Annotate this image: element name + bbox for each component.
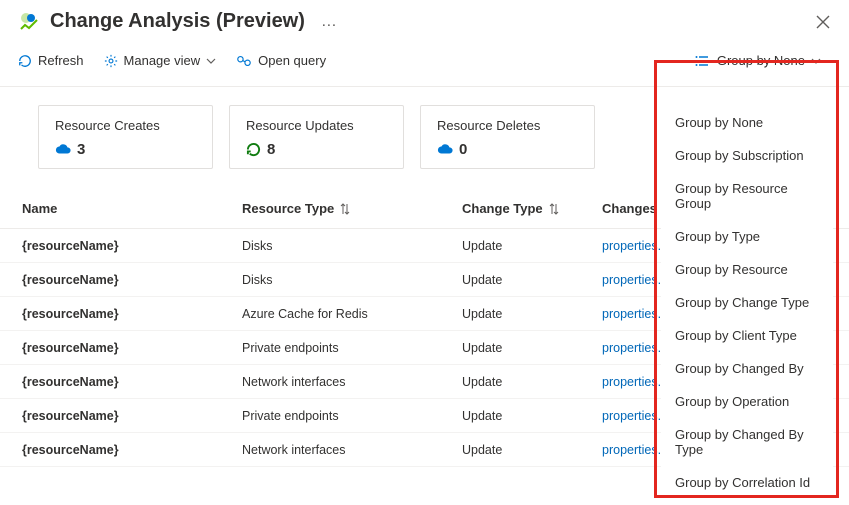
group-by-option[interactable]: Group by Correlation Id (661, 466, 833, 499)
card-value: 3 (55, 141, 196, 158)
cell-change-type: Update (462, 409, 602, 423)
cell-change-type: Update (462, 341, 602, 355)
group-by-option[interactable]: Group by Subscription (661, 139, 833, 172)
cell-name: {resourceName} (22, 273, 242, 287)
cell-resource-type: Private endpoints (242, 341, 462, 355)
cell-name: {resourceName} (22, 239, 242, 253)
chevron-down-icon (206, 56, 216, 66)
cell-name: {resourceName} (22, 443, 242, 457)
cell-name: {resourceName} (22, 409, 242, 423)
sort-icon (340, 203, 350, 215)
col-change-type[interactable]: Change Type (462, 201, 602, 216)
resource-creates-card[interactable]: Resource Creates 3 (38, 105, 213, 169)
cell-resource-type: Disks (242, 239, 462, 253)
card-title: Resource Updates (246, 118, 387, 133)
col-name[interactable]: Name (22, 201, 242, 216)
resource-deletes-card[interactable]: Resource Deletes 0 (420, 105, 595, 169)
cloud-minus-icon (437, 143, 453, 157)
cell-resource-type: Azure Cache for Redis (242, 307, 462, 321)
query-icon (236, 54, 252, 68)
group-by-option[interactable]: Group by Client Type (661, 319, 833, 352)
col-resource-type[interactable]: Resource Type (242, 201, 462, 216)
refresh-button[interactable]: Refresh (18, 53, 84, 68)
cell-name: {resourceName} (22, 307, 242, 321)
card-title: Resource Deletes (437, 118, 578, 133)
group-by-option[interactable]: Group by None (661, 106, 833, 139)
open-query-label: Open query (258, 53, 326, 68)
group-by-option[interactable]: Group by Changed By (661, 352, 833, 385)
gear-icon (104, 54, 118, 68)
cloud-plus-icon (55, 143, 71, 157)
cell-resource-type: Network interfaces (242, 375, 462, 389)
group-by-option[interactable]: Group by Operation (661, 385, 833, 418)
cell-change-type: Update (462, 239, 602, 253)
group-by-dropdown: Group by NoneGroup by SubscriptionGroup … (661, 100, 833, 505)
open-query-button[interactable]: Open query (236, 53, 326, 68)
manage-view-button[interactable]: Manage view (104, 53, 217, 68)
refresh-label: Refresh (38, 53, 84, 68)
cell-resource-type: Disks (242, 273, 462, 287)
resource-updates-card[interactable]: Resource Updates 8 (229, 105, 404, 169)
refresh-green-icon (246, 142, 261, 157)
cell-change-type: Update (462, 443, 602, 457)
group-by-option[interactable]: Group by Type (661, 220, 833, 253)
cell-change-type: Update (462, 273, 602, 287)
close-button[interactable] (815, 14, 831, 30)
card-value: 0 (437, 141, 578, 158)
change-analysis-icon (18, 11, 40, 33)
page-title: Change Analysis (Preview) (50, 10, 305, 33)
card-title: Resource Creates (55, 118, 196, 133)
group-by-option[interactable]: Group by Resource Group (661, 172, 833, 220)
cell-resource-type: Network interfaces (242, 443, 462, 457)
toolbar: Refresh Manage view Open query Group by … (0, 39, 849, 87)
chevron-down-icon (811, 56, 821, 66)
group-by-option[interactable]: Group by Resource (661, 253, 833, 286)
cell-resource-type: Private endpoints (242, 409, 462, 423)
group-by-option[interactable]: Group by Changed By Type (661, 418, 833, 466)
list-icon (695, 55, 709, 67)
cell-change-type: Update (462, 375, 602, 389)
cell-change-type: Update (462, 307, 602, 321)
cell-name: {resourceName} (22, 375, 242, 389)
group-by-label: Group by None (717, 53, 805, 68)
group-by-option[interactable]: Group by Change Type (661, 286, 833, 319)
sort-icon (549, 203, 559, 215)
manage-view-label: Manage view (124, 53, 201, 68)
refresh-icon (18, 54, 32, 68)
header: Change Analysis (Preview) … (0, 0, 849, 39)
card-value: 8 (246, 141, 387, 158)
more-button[interactable]: … (321, 13, 339, 31)
cell-name: {resourceName} (22, 341, 242, 355)
group-by-button[interactable]: Group by None (685, 47, 831, 74)
